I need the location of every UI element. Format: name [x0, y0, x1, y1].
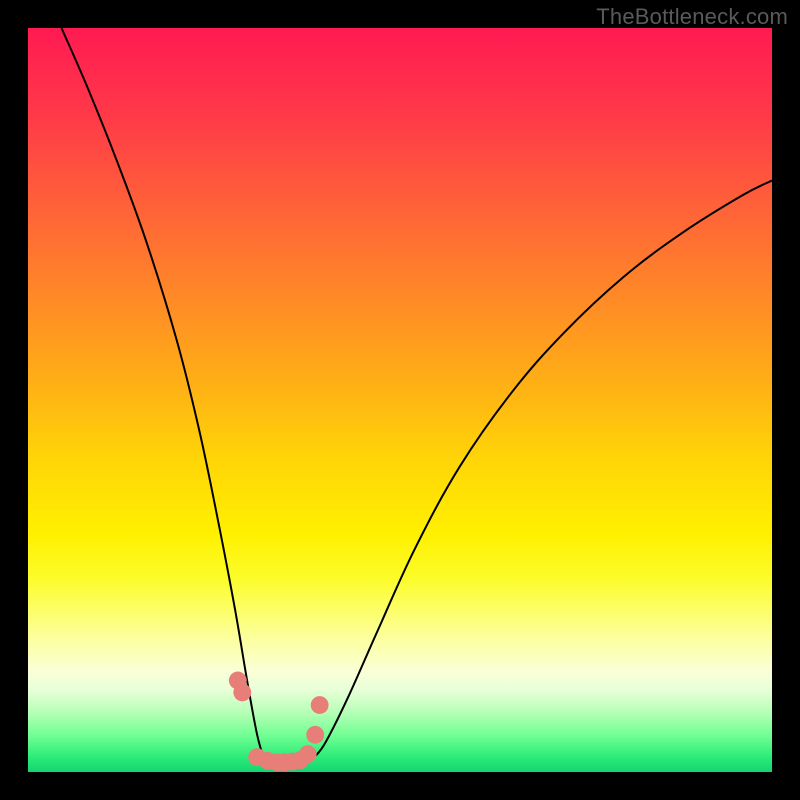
chart-container: TheBottleneck.com: [0, 0, 800, 800]
left-branch-curve-path: [61, 28, 264, 761]
left-branch-curve: [61, 28, 264, 761]
right-markers: [268, 696, 328, 771]
plot-area: [28, 28, 772, 772]
chart-svg: [28, 28, 772, 772]
left-markers-dot: [233, 683, 251, 701]
left-markers: [229, 672, 277, 770]
right-markers-dot: [311, 696, 329, 714]
watermark-text: TheBottleneck.com: [596, 4, 788, 30]
right-markers-dot: [306, 726, 324, 744]
right-branch-curve-path: [314, 181, 772, 758]
right-markers-dot: [299, 745, 317, 763]
right-branch-curve: [314, 181, 772, 758]
